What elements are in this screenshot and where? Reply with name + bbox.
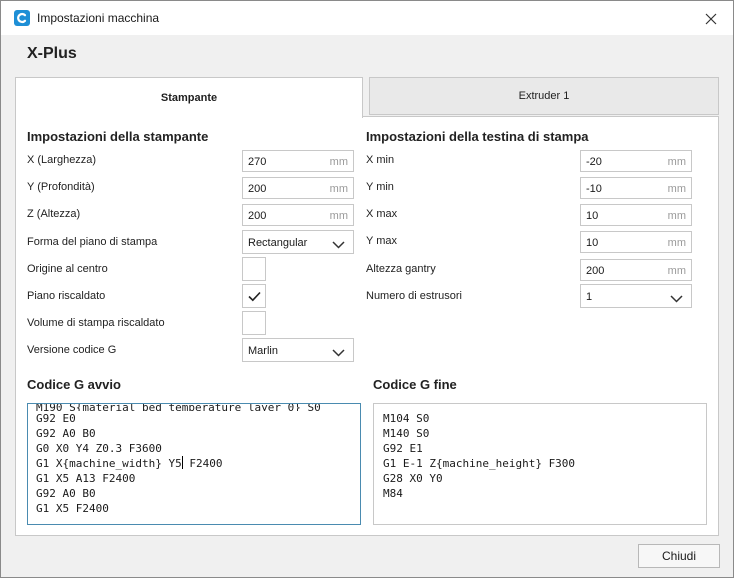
x-width-field[interactable]: 270 mm bbox=[242, 150, 354, 172]
y-depth-value: 200 bbox=[248, 183, 267, 195]
start-gcode-editor[interactable]: M190 S{material_bed_temperature_layer_0}… bbox=[27, 403, 361, 525]
y-depth-unit: mm bbox=[329, 183, 348, 195]
close-dialog-button[interactable]: Chiudi bbox=[638, 544, 720, 568]
extruder-count-value: 1 bbox=[586, 291, 593, 303]
chevron-down-icon bbox=[332, 345, 345, 363]
extruder-count-select[interactable]: 1 bbox=[580, 284, 692, 308]
gcode-flavor-value: Marlin bbox=[248, 345, 278, 357]
y-max-field[interactable]: 10 mm bbox=[580, 231, 692, 253]
gantry-height-label: Altezza gantry bbox=[366, 263, 436, 275]
gantry-height-field[interactable]: 200 mm bbox=[580, 259, 692, 281]
code-line-partial: M190 S{material_bed_temperature_layer_0}… bbox=[36, 403, 321, 411]
code-line: G1 X5 A13 F2400 bbox=[36, 472, 136, 485]
chevron-down-icon bbox=[332, 237, 345, 255]
gantry-height-value: 200 bbox=[586, 265, 605, 277]
y-max-value: 10 bbox=[586, 237, 599, 249]
code-line: M84 bbox=[383, 487, 403, 500]
code-line: M104 S0 bbox=[383, 412, 430, 425]
y-min-unit: mm bbox=[667, 183, 686, 195]
end-gcode-title: Codice G fine bbox=[373, 377, 457, 392]
code-line: G92 A0 B0 bbox=[36, 427, 96, 440]
heated-volume-checkbox[interactable] bbox=[242, 311, 266, 335]
tab-extruder-1-label: Extruder 1 bbox=[518, 90, 570, 102]
x-min-field[interactable]: -20 mm bbox=[580, 150, 692, 172]
x-max-field[interactable]: 10 mm bbox=[580, 204, 692, 226]
x-min-value: -20 bbox=[586, 156, 602, 168]
start-gcode-lines: M190 S{material_bed_temperature_layer_0}… bbox=[36, 403, 321, 516]
z-height-label: Z (Altezza) bbox=[27, 208, 81, 220]
x-width-unit: mm bbox=[329, 156, 348, 168]
z-height-field[interactable]: 200 mm bbox=[242, 204, 354, 226]
start-gcode-title: Codice G avvio bbox=[27, 377, 121, 392]
x-width-value: 270 bbox=[248, 156, 267, 168]
code-line: G92 E0 bbox=[36, 412, 76, 425]
code-line: G0 X0 Y4 Z0.3 F3600 bbox=[36, 442, 162, 455]
gcode-flavor-label: Versione codice G bbox=[27, 344, 117, 356]
tab-extruder-1[interactable]: Extruder 1 bbox=[369, 77, 719, 115]
code-line-before-cursor: G1 X{machine_width} Y5 bbox=[36, 457, 182, 470]
x-min-unit: mm bbox=[667, 156, 686, 168]
bed-shape-select[interactable]: Rectangular bbox=[242, 230, 354, 254]
title-bar: Impostazioni macchina bbox=[1, 1, 733, 35]
heated-bed-checkbox[interactable] bbox=[242, 284, 266, 308]
close-icon[interactable] bbox=[701, 9, 721, 29]
y-min-field[interactable]: -10 mm bbox=[580, 177, 692, 199]
code-line: G1 E-1 Z{machine_height} F300 bbox=[383, 457, 576, 470]
code-line: M140 S0 bbox=[383, 427, 430, 440]
machine-name: X-Plus bbox=[27, 45, 77, 62]
y-max-unit: mm bbox=[667, 237, 686, 249]
gantry-height-unit: mm bbox=[667, 265, 686, 277]
z-height-value: 200 bbox=[248, 210, 267, 222]
y-max-label: Y max bbox=[366, 235, 397, 247]
checkmark-icon bbox=[248, 291, 261, 302]
x-width-label: X (Larghezza) bbox=[27, 154, 97, 166]
heated-bed-label: Piano riscaldato bbox=[27, 290, 106, 302]
origin-center-checkbox[interactable] bbox=[242, 257, 266, 281]
code-line-after-cursor: F2400 bbox=[182, 457, 223, 470]
code-line: G1 X5 F2400 bbox=[36, 502, 109, 515]
origin-center-label: Origine al centro bbox=[27, 263, 108, 275]
head-settings-title: Impostazioni della testina di stampa bbox=[366, 129, 589, 144]
bed-shape-label: Forma del piano di stampa bbox=[27, 236, 158, 248]
x-max-value: 10 bbox=[586, 210, 599, 222]
bed-shape-value: Rectangular bbox=[248, 237, 308, 249]
y-min-label: Y min bbox=[366, 181, 394, 193]
x-min-label: X min bbox=[366, 154, 395, 166]
cura-app-icon bbox=[14, 10, 30, 26]
end-gcode-editor[interactable]: M104 S0 M140 S0 G92 E1 G1 E-1 Z{machine_… bbox=[373, 403, 707, 525]
code-line: G92 E1 bbox=[383, 442, 423, 455]
heated-volume-label: Volume di stampa riscaldato bbox=[27, 317, 165, 329]
code-line: G28 X0 Y0 bbox=[383, 472, 443, 485]
y-min-value: -10 bbox=[586, 183, 602, 195]
gcode-flavor-select[interactable]: Marlin bbox=[242, 338, 354, 362]
y-depth-field[interactable]: 200 mm bbox=[242, 177, 354, 199]
extruder-count-label: Numero di estrusori bbox=[366, 290, 462, 302]
chevron-down-icon bbox=[670, 291, 683, 309]
window-title: Impostazioni macchina bbox=[37, 11, 160, 25]
tab-printer-label: Stampante bbox=[160, 92, 218, 104]
z-height-unit: mm bbox=[329, 210, 348, 222]
code-line: G1 X{machine_width} Y5 F2400 bbox=[36, 456, 321, 471]
printer-settings-title: Impostazioni della stampante bbox=[27, 129, 209, 144]
machine-settings-dialog: Impostazioni macchina X-Plus Stampante E… bbox=[0, 0, 734, 578]
x-max-label: X max bbox=[366, 208, 398, 220]
code-line: G92 A0 B0 bbox=[36, 487, 96, 500]
y-depth-label: Y (Profondità) bbox=[27, 181, 95, 193]
tab-printer[interactable]: Stampante bbox=[15, 77, 363, 118]
x-max-unit: mm bbox=[667, 210, 686, 222]
